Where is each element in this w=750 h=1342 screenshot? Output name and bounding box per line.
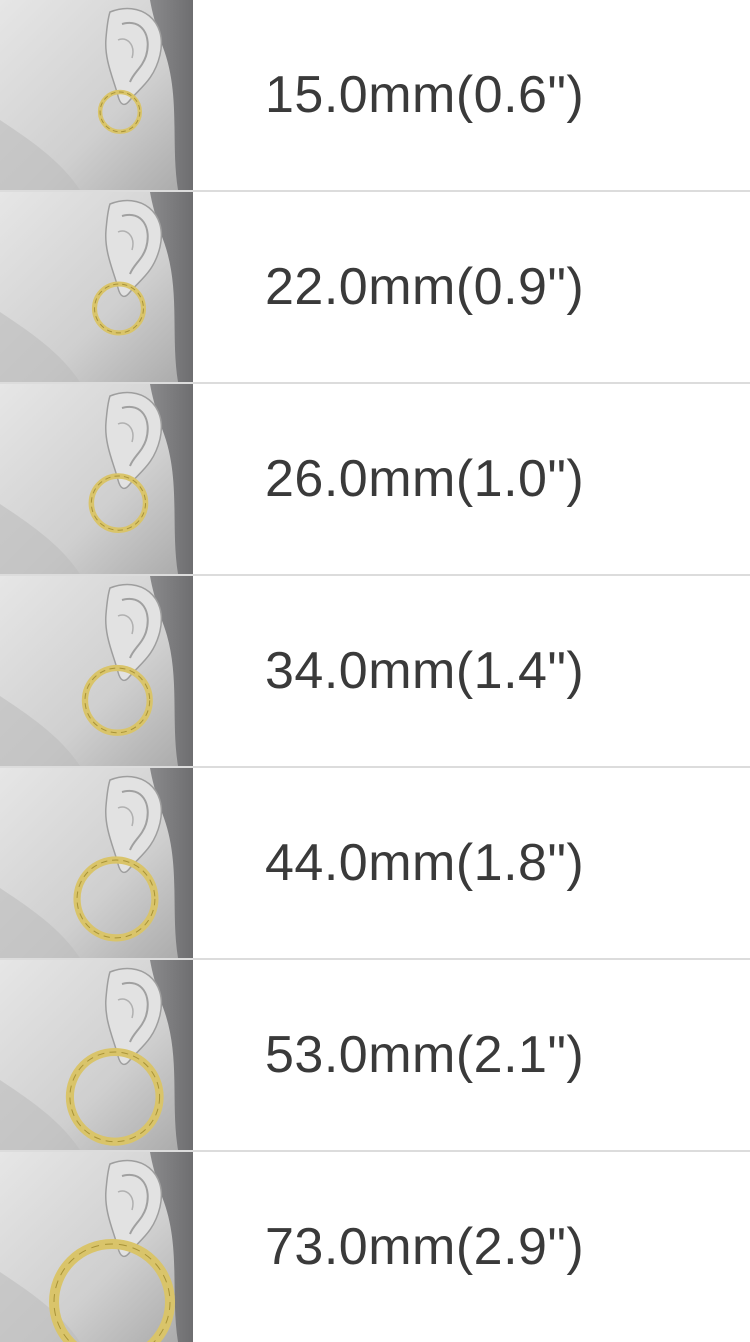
size-label: 53.0mm(2.1") bbox=[265, 1026, 585, 1084]
ear-hoop-icon bbox=[0, 960, 193, 1150]
size-row[interactable]: 15.0mm(0.6") bbox=[0, 0, 750, 192]
size-label: 15.0mm(0.6") bbox=[265, 66, 585, 124]
size-label: 44.0mm(1.8") bbox=[265, 834, 585, 892]
earring-size-chart: 15.0mm(0.6") 22.0mm(0.9") 26.0mm(1.0") 34.0… bbox=[0, 0, 750, 1342]
ear-hoop-icon bbox=[0, 1152, 193, 1342]
size-row[interactable]: 53.0mm(2.1") bbox=[0, 960, 750, 1152]
size-row[interactable]: 44.0mm(1.8") bbox=[0, 768, 750, 960]
ear-hoop-thumbnail bbox=[0, 768, 193, 958]
ear-hoop-thumbnail bbox=[0, 576, 193, 766]
ear-hoop-icon bbox=[0, 192, 193, 382]
size-label: 26.0mm(1.0") bbox=[265, 450, 585, 508]
ear-hoop-icon bbox=[0, 0, 193, 190]
size-row[interactable]: 73.0mm(2.9") bbox=[0, 1152, 750, 1342]
ear-hoop-thumbnail bbox=[0, 1152, 193, 1342]
size-label: 22.0mm(0.9") bbox=[265, 258, 585, 316]
ear-hoop-icon bbox=[0, 384, 193, 574]
size-label: 73.0mm(2.9") bbox=[265, 1218, 585, 1276]
ear-hoop-thumbnail bbox=[0, 384, 193, 574]
ear-hoop-icon bbox=[0, 768, 193, 958]
ear-hoop-thumbnail bbox=[0, 0, 193, 190]
ear-hoop-icon bbox=[0, 576, 193, 766]
size-row[interactable]: 34.0mm(1.4") bbox=[0, 576, 750, 768]
size-row[interactable]: 22.0mm(0.9") bbox=[0, 192, 750, 384]
ear-hoop-thumbnail bbox=[0, 192, 193, 382]
ear-hoop-thumbnail bbox=[0, 960, 193, 1150]
size-label: 34.0mm(1.4") bbox=[265, 642, 585, 700]
size-row[interactable]: 26.0mm(1.0") bbox=[0, 384, 750, 576]
